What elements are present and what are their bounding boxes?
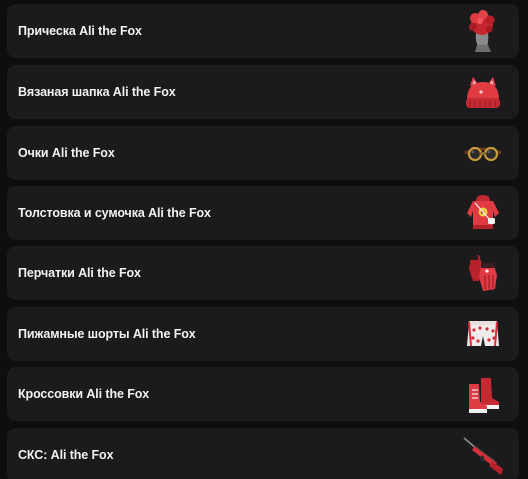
- item-label: Толстовка и сумочка Ali the Fox: [18, 206, 211, 220]
- list-item-sks-rifle[interactable]: СКС: Ali the Fox: [7, 428, 519, 479]
- red-hoodie-bag-icon: [461, 191, 505, 235]
- list-item-sneakers[interactable]: Кроссовки Ali the Fox: [7, 367, 519, 421]
- list-item-hoodie-bag[interactable]: Толстовка и сумочка Ali the Fox: [7, 186, 519, 240]
- list-item-knit-hat[interactable]: Вязаная шапка Ali the Fox: [7, 65, 519, 119]
- item-label: СКС: Ali the Fox: [18, 448, 114, 462]
- item-list: Прическа Ali the Fox Вязаная шапка Ali t…: [0, 0, 528, 479]
- item-label: Вязаная шапка Ali the Fox: [18, 85, 176, 99]
- pajama-shorts-icon: [461, 312, 505, 356]
- red-knit-hat-icon: [461, 70, 505, 114]
- red-gloves-icon: [461, 251, 505, 295]
- list-item-hair[interactable]: Прическа Ali the Fox: [7, 4, 519, 58]
- goggles-icon: [461, 131, 505, 175]
- red-sneakers-icon: [461, 372, 505, 416]
- red-hair-head-icon: [461, 9, 505, 53]
- item-label: Пижамные шорты Ali the Fox: [18, 327, 196, 341]
- item-label: Очки Ali the Fox: [18, 146, 115, 160]
- list-item-gloves[interactable]: Перчатки Ali the Fox: [7, 246, 519, 300]
- item-label: Кроссовки Ali the Fox: [18, 387, 150, 401]
- list-item-goggles[interactable]: Очки Ali the Fox: [7, 126, 519, 180]
- list-item-pajama-shorts[interactable]: Пижамные шорты Ali the Fox: [7, 307, 519, 361]
- item-label: Перчатки Ali the Fox: [18, 266, 141, 280]
- sks-rifle-icon: [461, 433, 505, 477]
- item-label: Прическа Ali the Fox: [18, 24, 142, 38]
